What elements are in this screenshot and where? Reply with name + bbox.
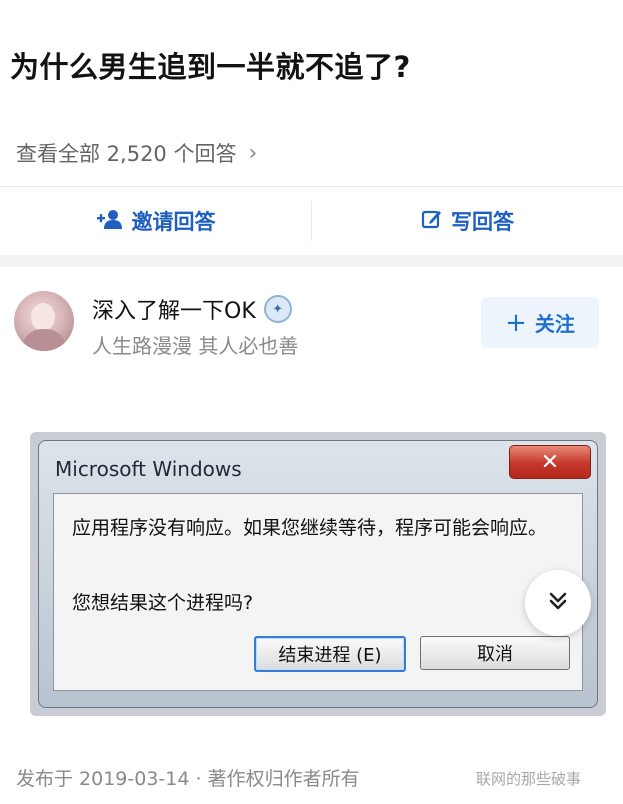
dialog-title: Microsoft Windows [55, 457, 242, 481]
invite-answer-label: 邀请回答 [131, 210, 216, 234]
end-process-button: 结束进程 (E) [254, 636, 406, 672]
author-bio: 人生路漫漫 其人必也善 [92, 334, 299, 358]
avatar[interactable] [14, 291, 74, 351]
chevron-right-icon: › [248, 140, 258, 166]
view-all-answers-link[interactable]: 查看全部 2,520 个回答 › [16, 138, 257, 168]
badge-icon: ✦ [263, 295, 292, 323]
section-separator [0, 255, 623, 267]
follow-label: 关注 [534, 312, 575, 336]
edit-icon [421, 208, 443, 235]
plus-icon: + [505, 307, 527, 338]
expand-button[interactable] [525, 570, 591, 636]
question-title: 为什么男生追到一半就不追了? [10, 50, 411, 84]
invite-answer-button[interactable]: 邀请回答 [0, 187, 311, 255]
cancel-button: 取消 [420, 636, 570, 670]
watermark: 联网的那些破事 [476, 770, 582, 788]
dialog-body: 应用程序没有响应。如果您继续等待，程序可能会响应。 您想结果这个进程吗? 结束进… [53, 493, 583, 691]
author-name-label: 深入了解一下OK [92, 299, 256, 324]
dialog-message: 应用程序没有响应。如果您继续等待，程序可能会响应。 [72, 517, 548, 539]
write-answer-button[interactable]: 写回答 [312, 187, 623, 255]
answer-image[interactable]: Microsoft Windows ✕ 应用程序没有响应。如果您继续等待，程序可… [30, 432, 606, 716]
author-name[interactable]: 深入了解一下OK ✦ [92, 293, 292, 325]
action-row: 邀请回答 写回答 [0, 187, 623, 255]
view-all-label: 查看全部 2,520 个回答 [16, 142, 237, 166]
windows-dialog: Microsoft Windows ✕ 应用程序没有响应。如果您继续等待，程序可… [38, 440, 598, 708]
close-icon: ✕ [509, 445, 591, 479]
follow-button[interactable]: + 关注 [481, 297, 599, 348]
invite-user-icon [96, 208, 124, 235]
dialog-question: 您想结果这个进程吗? [72, 592, 254, 614]
publish-info: 发布于 2019-03-14 · 著作权归作者所有 [16, 768, 360, 790]
write-answer-label: 写回答 [451, 210, 514, 234]
chevron-double-down-icon [547, 590, 569, 616]
